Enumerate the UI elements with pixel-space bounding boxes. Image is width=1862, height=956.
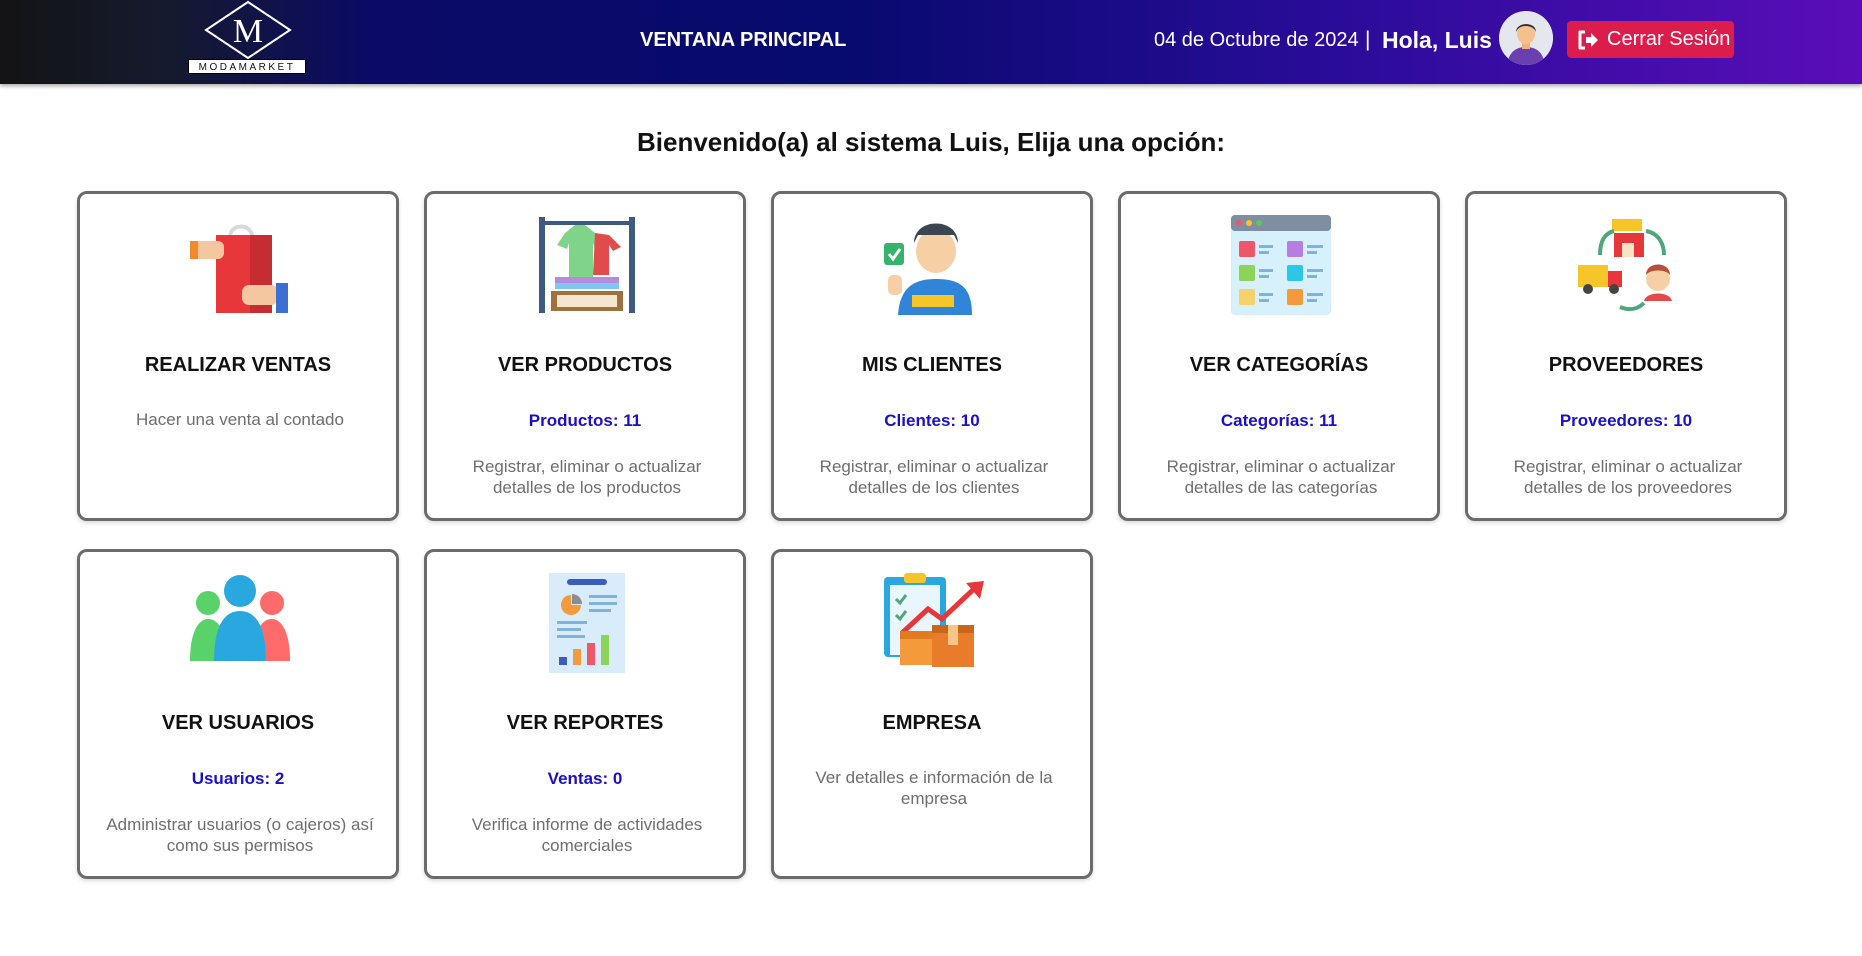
card-title: MIS CLIENTES [861, 354, 1002, 376]
shopping-bag-hands-icon [190, 215, 290, 315]
card-description: Registrar, eliminar o actualizar detalle… [1513, 457, 1743, 497]
customer-icon [884, 215, 984, 315]
card-title: EMPRESA [882, 712, 982, 734]
card-title: PROVEEDORES [1548, 354, 1704, 376]
card-proveedores[interactable]: PROVEEDORES Proveedores: 10 Registrar, e… [1465, 191, 1787, 521]
logout-button[interactable]: Cerrar Sesión [1567, 21, 1734, 58]
header-separator: | [1365, 28, 1371, 51]
productos-count: Productos: 11 [528, 411, 642, 430]
card-description: Ver detalles e información de la empresa [815, 768, 1053, 808]
card-title: VER PRODUCTOS [497, 354, 673, 376]
logo-text: MODAMARKET [188, 59, 306, 74]
card-description: Administrar usuarios (o cajeros) así com… [106, 815, 374, 855]
card-realizar-ventas[interactable]: REALIZAR VENTAS Hacer una venta al conta… [77, 191, 399, 521]
card-description: Registrar, eliminar o actualizar detalle… [472, 457, 702, 497]
categorias-count: Categorías: 11 [1220, 411, 1338, 430]
welcome-message: Bienvenido(a) al sistema Luis, Elija una… [636, 127, 1225, 157]
card-title: REALIZAR VENTAS [144, 354, 332, 376]
logout-label: Cerrar Sesión [1607, 28, 1731, 50]
card-description: Registrar, eliminar o actualizar detalle… [1166, 457, 1396, 497]
current-date: 04 de Octubre de 2024 [1154, 29, 1359, 51]
window-title: VENTANA PRINCIPAL [640, 29, 847, 51]
usuarios-count: Usuarios: 2 [191, 769, 285, 788]
clothes-rack-icon [537, 215, 637, 315]
user-greeting: Hola, Luis [1382, 27, 1492, 53]
company-boxes-icon [884, 573, 984, 673]
user-avatar[interactable] [1499, 11, 1553, 65]
logo-diamond-icon: M [204, 0, 292, 60]
users-group-icon [190, 573, 290, 673]
card-title: VER REPORTES [506, 712, 664, 734]
proveedores-count: Proveedores: 10 [1559, 411, 1693, 430]
clientes-count: Clientes: 10 [884, 411, 980, 430]
card-title: VER CATEGORÍAS [1189, 354, 1369, 376]
card-description: Verifica informe de actividades comercia… [471, 815, 703, 855]
card-ver-categorias[interactable]: VER CATEGORÍAS Categorías: 11 Registrar,… [1118, 191, 1440, 521]
card-mis-clientes[interactable]: MIS CLIENTES Clientes: 10 Registrar, eli… [771, 191, 1093, 521]
card-ver-productos[interactable]: VER PRODUCTOS Productos: 11 Registrar, e… [424, 191, 746, 521]
card-title: VER USUARIOS [161, 712, 315, 734]
supply-chain-icon [1578, 215, 1678, 315]
report-document-icon [537, 573, 637, 673]
card-description: Registrar, eliminar o actualizar detalle… [819, 457, 1049, 497]
ventas-count: Ventas: 0 [547, 769, 623, 788]
card-description: Hacer una venta al contado [136, 410, 344, 429]
modamarket-logo[interactable]: M MODAMARKET [188, 0, 308, 78]
logo-letter: M [233, 13, 263, 50]
card-empresa[interactable]: EMPRESA Ver detalles e información de la… [771, 549, 1093, 879]
categories-grid-icon [1231, 215, 1331, 315]
sign-out-icon [1578, 30, 1598, 49]
top-bar: M MODAMARKET VENTANA PRINCIPAL 04 de Oct… [0, 0, 1862, 84]
avatar-icon [1499, 11, 1553, 65]
card-ver-reportes[interactable]: VER REPORTES Ventas: 0 Verifica informe … [424, 549, 746, 879]
card-ver-usuarios[interactable]: VER USUARIOS Usuarios: 2 Administrar usu… [77, 549, 399, 879]
